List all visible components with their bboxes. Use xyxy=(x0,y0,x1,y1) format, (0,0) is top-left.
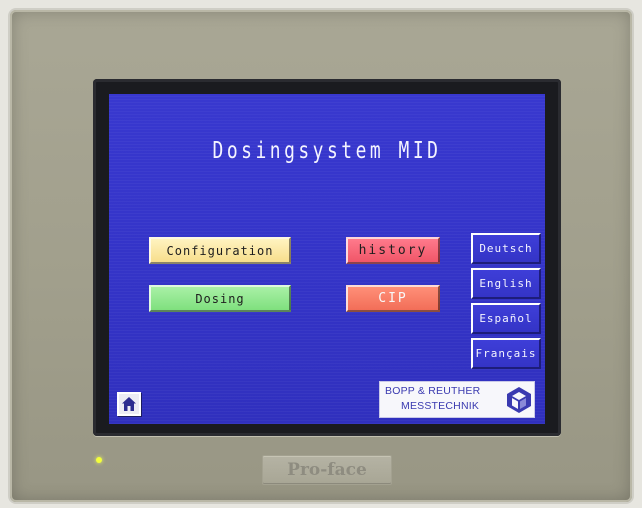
language-button-espanol[interactable]: Español xyxy=(471,303,541,334)
dosing-button[interactable]: Dosing xyxy=(149,285,291,312)
home-button[interactable] xyxy=(117,392,141,416)
cip-button[interactable]: CIP xyxy=(346,285,440,312)
screen-title: Dosingsystem MID xyxy=(212,138,442,164)
language-button-deutsch[interactable]: Deutsch xyxy=(471,233,541,264)
photo-background: Dosingsystem MID Configuration Dosing hi… xyxy=(0,0,642,508)
history-button[interactable]: history xyxy=(346,237,440,264)
logo-company-name: BOPP & REUTHER xyxy=(385,385,481,397)
company-logo: BOPP & REUTHER MESSTECHNIK xyxy=(379,381,535,418)
language-button-francais[interactable]: Français xyxy=(471,338,541,369)
bopp-reuther-logo-icon xyxy=(507,387,531,413)
language-button-english[interactable]: English xyxy=(471,268,541,299)
touch-screen: Dosingsystem MID Configuration Dosing hi… xyxy=(109,94,545,424)
logo-company-subtitle: MESSTECHNIK xyxy=(401,400,480,412)
home-icon xyxy=(122,397,136,411)
device-brand-label: Pro-face xyxy=(262,455,392,485)
configuration-button[interactable]: Configuration xyxy=(149,237,291,264)
power-indicator-led xyxy=(96,457,102,463)
